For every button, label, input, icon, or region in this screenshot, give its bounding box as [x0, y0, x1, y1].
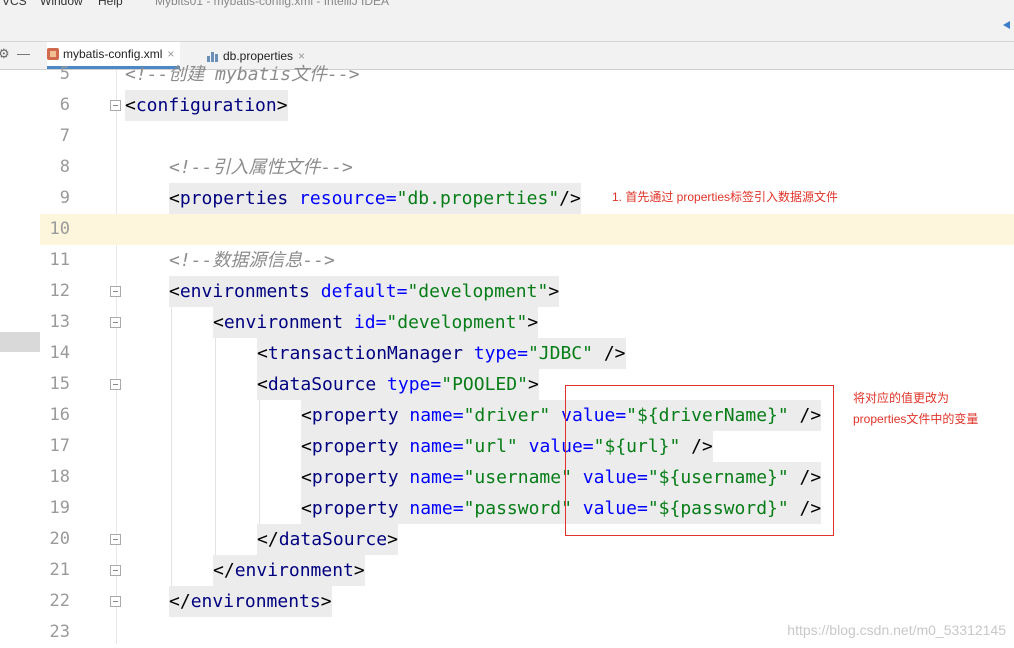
toolbar: [0, 13, 1014, 42]
fold-marker-icon[interactable]: [110, 596, 121, 607]
line-number: 21: [49, 560, 70, 580]
annotation-note-2-line1: 将对应的值更改为: [853, 391, 950, 405]
code-line-environment-close: </environment>: [213, 555, 365, 586]
line-number: 20: [49, 529, 70, 549]
line-number: 5: [59, 64, 70, 84]
indent-guide: [215, 337, 216, 565]
fold-marker-icon[interactable]: [110, 379, 121, 390]
line-number: 8: [59, 157, 70, 177]
menu-help[interactable]: Help: [98, 0, 123, 8]
line-number: 22: [49, 591, 70, 611]
indent-guide: [259, 399, 260, 527]
annotation-note-2: 将对应的值更改为 properties文件中的变量: [853, 388, 978, 430]
left-tool-strip: [0, 70, 40, 644]
title-bar: VCS Window Help Mybits01 - mybatis-confi…: [0, 0, 1014, 13]
watermark: https://blog.csdn.net/m0_53312145: [787, 622, 1006, 638]
back-arrow-icon[interactable]: [1003, 21, 1010, 29]
line-number: 18: [49, 467, 70, 487]
annotation-note-1: 1. 首先通过 properties标签引入数据源文件: [612, 190, 839, 204]
annotation-note-2-line2: properties文件中的变量: [853, 412, 979, 426]
code-line-properties: <properties resource="db.properties"/>: [169, 183, 581, 214]
fold-marker-icon[interactable]: [110, 534, 121, 545]
line-number: 11: [49, 250, 70, 270]
line-number: 23: [49, 622, 70, 642]
line-number: 19: [49, 498, 70, 518]
code-comment: <!--引入属性文件-->: [169, 157, 353, 178]
fold-marker-icon[interactable]: [110, 565, 121, 576]
code-line-environments-close: </environments>: [169, 586, 332, 617]
line-number: 9: [59, 188, 70, 208]
line-number: 7: [59, 126, 70, 146]
fold-marker-icon[interactable]: [110, 100, 121, 111]
minimize-icon[interactable]: —: [17, 46, 30, 61]
fold-marker-icon[interactable]: [110, 317, 121, 328]
line-number: 17: [49, 436, 70, 456]
line-number: 13: [49, 312, 70, 332]
gear-icon[interactable]: ⚙: [0, 46, 10, 62]
code-line-transaction-manager: <transactionManager type="JDBC" />: [257, 338, 626, 369]
indent-guide: [171, 306, 172, 596]
menu-window[interactable]: Window: [40, 0, 83, 8]
annotation-highlight-box: [565, 385, 834, 536]
code-line-datasource: <dataSource type="POOLED">: [257, 369, 539, 400]
line-number: 14: [49, 343, 70, 363]
line-number: 16: [49, 405, 70, 425]
window-title: Mybits01 - mybatis-config.xml - IntelliJ…: [155, 0, 390, 8]
line-number: 12: [49, 281, 70, 301]
line-number: 6: [59, 95, 70, 115]
menu-vcs[interactable]: VCS: [2, 0, 27, 8]
line-number: 10: [49, 219, 70, 239]
fold-marker-icon[interactable]: [110, 286, 121, 297]
code-line-datasource-close: </dataSource>: [257, 524, 398, 555]
code-line-environment: <environment id="development">: [213, 307, 539, 338]
code-line-environments: <environments default="development">: [169, 276, 560, 307]
code-comment: <!--创建 mybatis文件-->: [125, 64, 360, 85]
code-line-configuration: <configuration>: [125, 90, 288, 121]
current-line-highlight: [40, 214, 1014, 245]
left-strip-selection: [0, 332, 40, 352]
line-number: 15: [49, 374, 70, 394]
code-comment: <!--数据源信息-->: [169, 250, 335, 271]
